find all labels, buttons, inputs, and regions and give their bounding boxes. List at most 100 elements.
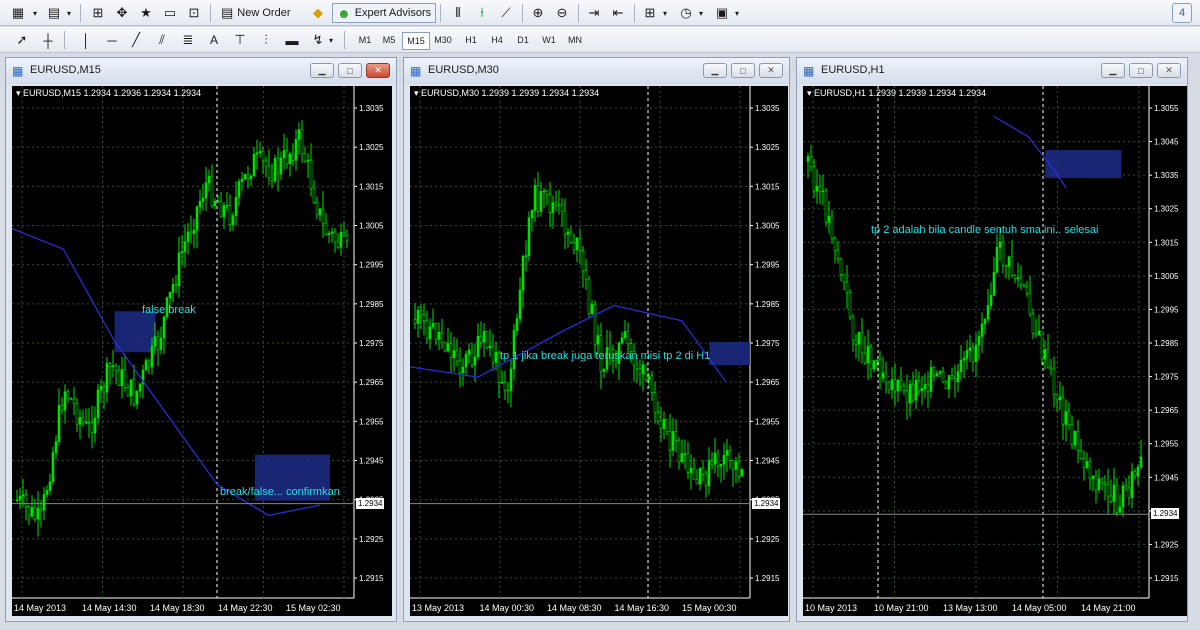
vertical-line-icon[interactable]: │: [76, 30, 96, 50]
price-chart[interactable]: 1.3055 1.3045 1.3035 1.3025 1.3015 1.3005 1.29…: [803, 86, 1187, 616]
candle-body: [1043, 349, 1047, 360]
dropdown-arrow-icon[interactable]: ▾: [732, 3, 742, 23]
candle-body: [989, 295, 993, 307]
templates-icon[interactable]: ▣: [712, 3, 732, 23]
timeframe-m15-button[interactable]: M15: [402, 32, 430, 50]
maximize-button[interactable]: □: [1129, 63, 1153, 78]
chart-canvas[interactable]: 1.3055 1.3045 1.3035 1.3025 1.3015 1.3005 1.29…: [803, 86, 1187, 616]
highlight-zone[interactable]: [114, 311, 156, 353]
terminal-icon[interactable]: ▭: [160, 3, 180, 23]
fibonacci-icon[interactable]: ≣: [178, 30, 198, 50]
timeframe-mn-button[interactable]: MN: [562, 32, 588, 48]
candle-body: [138, 383, 142, 392]
candle-body: [845, 281, 849, 293]
candle-body: [584, 270, 588, 280]
candle-body: [1004, 264, 1008, 267]
price-chart[interactable]: 1.3035 1.3025 1.3015 1.3005 1.2995 1.2985 1.29…: [12, 86, 392, 616]
minimize-button[interactable]: ▁: [703, 63, 727, 78]
indicators-icon[interactable]: ⊞: [640, 3, 660, 23]
candle-body: [78, 417, 82, 425]
auto-scroll-icon[interactable]: ⇥: [584, 3, 604, 23]
profiles-icon[interactable]: ▤: [44, 3, 64, 23]
navigator-icon[interactable]: ★: [136, 3, 156, 23]
periods-icon[interactable]: ◷: [676, 3, 696, 23]
dropdown-arrow-icon[interactable]: ▾: [30, 3, 40, 23]
chart-window-1[interactable]: ▦ EURUSD,M15 ▁ □ ✕ 1.3035 1.3025 1.3015 1.3005 1.…: [5, 57, 397, 622]
timeframe-m30-button[interactable]: M30: [428, 32, 458, 48]
timeframe-h4-button[interactable]: H4: [484, 32, 510, 48]
notification-badge[interactable]: 4: [1172, 3, 1192, 23]
minimize-button[interactable]: ▁: [310, 63, 334, 78]
chart-annotation[interactable]: tp 1 jika break juga teruskan misi tp 2 …: [500, 350, 710, 362]
crosshair-icon[interactable]: ┼: [38, 30, 58, 50]
line-chart-icon[interactable]: ⟋: [496, 3, 516, 23]
candle-body: [467, 349, 471, 355]
time-axis-label: 14 May 05:00: [1012, 603, 1067, 613]
chart-annotation[interactable]: tp 2 adalah bila candle sentuh sma ini..…: [871, 224, 1098, 236]
data-window-icon[interactable]: ✥: [112, 3, 132, 23]
zoom-out-icon[interactable]: ⊖: [552, 3, 572, 23]
maximize-button[interactable]: □: [338, 63, 362, 78]
fibo-fan-icon[interactable]: ⫶: [256, 30, 276, 50]
dropdown-arrow-icon[interactable]: ▾: [660, 3, 670, 23]
minimize-button[interactable]: ▁: [1101, 63, 1125, 78]
candle-body: [1037, 330, 1041, 336]
window-titlebar[interactable]: ▦ EURUSD,M15 ▁ □ ✕: [6, 58, 396, 84]
candle-body: [93, 417, 97, 434]
window-titlebar[interactable]: ▦ EURUSD,H1 ▁ □ ✕: [797, 58, 1187, 84]
bar-chart-icon[interactable]: ⫴: [448, 3, 468, 23]
candle-body: [63, 391, 67, 411]
candle-body: [521, 256, 525, 291]
window-titlebar[interactable]: ▦ EURUSD,M30 ▁ □ ✕: [404, 58, 789, 84]
candle-body: [240, 178, 244, 182]
chart-canvas[interactable]: 1.3035 1.3025 1.3015 1.3005 1.2995 1.2985 1.29…: [12, 86, 392, 616]
candle-body: [48, 481, 52, 491]
chart-window-2[interactable]: ▦ EURUSD,M30 ▁ □ ✕ 1.3035 1.3025 1.3015 1.3005 1.…: [403, 57, 790, 622]
horizontal-line-icon[interactable]: ─: [102, 30, 122, 50]
trendline-icon[interactable]: ╱: [126, 30, 146, 50]
chart-annotation[interactable]: break/false... confirmkan: [220, 486, 340, 498]
strategy-tester-icon[interactable]: ⊡: [184, 3, 204, 23]
close-button[interactable]: ✕: [366, 63, 390, 78]
timeframe-w1-button[interactable]: W1: [536, 32, 562, 48]
zoom-in-icon[interactable]: ⊕: [528, 3, 548, 23]
candle-body: [333, 231, 337, 243]
rectangle-icon[interactable]: ▬: [282, 30, 302, 50]
new-order-button[interactable]: ▤ New Order: [216, 3, 295, 23]
dropdown-arrow-icon[interactable]: ▾: [326, 30, 336, 50]
equidistant-channel-icon[interactable]: ⫽: [152, 30, 172, 50]
timeframe-m1-button[interactable]: M1: [352, 32, 378, 48]
candle-body: [345, 234, 349, 241]
candle-body: [647, 375, 651, 380]
candle-body: [288, 153, 292, 165]
candle-body: [569, 231, 573, 243]
candle-body: [848, 292, 852, 318]
candlestick-icon[interactable]: ⍿: [472, 3, 492, 23]
candle-body: [1082, 458, 1086, 468]
text-label-icon[interactable]: ⊤: [230, 30, 250, 50]
chart-annotation[interactable]: false break: [142, 304, 196, 316]
cursor-icon[interactable]: ➚: [12, 30, 32, 50]
close-button[interactable]: ✕: [759, 63, 783, 78]
maximize-button[interactable]: □: [731, 63, 755, 78]
market-watch-icon[interactable]: ⊞: [88, 3, 108, 23]
candle-body: [162, 316, 166, 339]
candle-body: [1091, 475, 1095, 479]
timeframe-h1-button[interactable]: H1: [458, 32, 484, 48]
price-chart[interactable]: 1.3035 1.3025 1.3015 1.3005 1.2995 1.2985 1.29…: [410, 86, 788, 616]
dropdown-arrow-icon[interactable]: ▾: [696, 3, 706, 23]
close-button[interactable]: ✕: [1157, 63, 1181, 78]
dropdown-arrow-icon[interactable]: ▾: [64, 3, 74, 23]
metaeditor-icon[interactable]: ◆: [308, 3, 328, 23]
candle-body: [1079, 450, 1083, 459]
new-chart-icon[interactable]: ▦: [8, 3, 28, 23]
highlight-zone[interactable]: [709, 342, 750, 366]
text-icon[interactable]: A: [204, 30, 224, 50]
candle-body: [725, 450, 729, 456]
timeframe-d1-button[interactable]: D1: [510, 32, 536, 48]
chart-shift-icon[interactable]: ⇤: [608, 3, 628, 23]
timeframe-m5-button[interactable]: M5: [376, 32, 402, 48]
arrows-icon[interactable]: ↯: [308, 30, 328, 50]
expert-advisors-button[interactable]: ☻ Expert Advisors: [332, 3, 437, 23]
chart-window-3[interactable]: ▦ EURUSD,H1 ▁ □ ✕ 1.3055 1.3045 1.3035 1.3025 1.3…: [796, 57, 1188, 622]
